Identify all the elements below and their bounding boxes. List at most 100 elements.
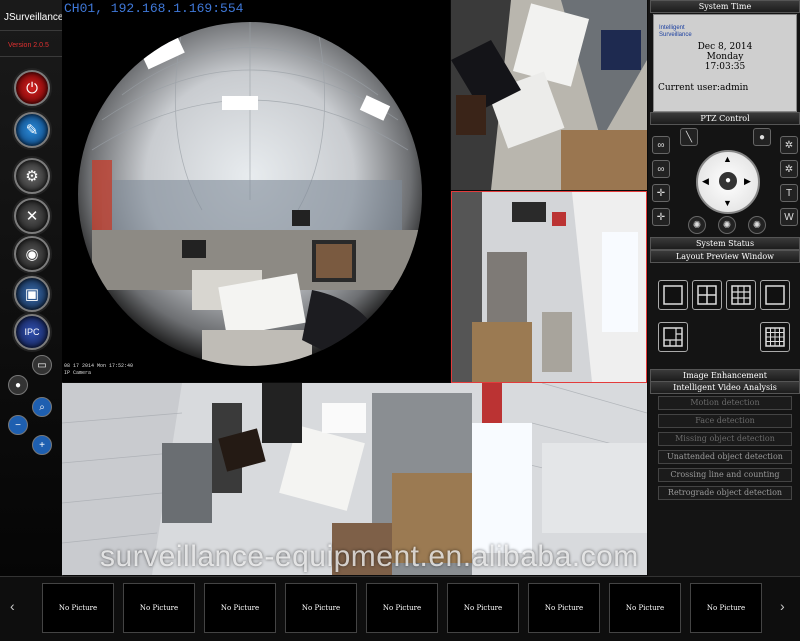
ptz-iris-close-button[interactable]: ✲ <box>780 160 798 178</box>
ptz-pen-button[interactable]: ╲ <box>680 128 698 146</box>
scroll-left-icon[interactable]: ‹ <box>10 598 15 614</box>
add-icon: + <box>39 439 45 451</box>
thumbnail[interactable]: No Picture <box>204 583 276 633</box>
arrow-up-icon[interactable]: ▲ <box>723 154 732 164</box>
drop-icon: ● <box>758 131 766 143</box>
app-version: Version 2.0.5 <box>8 42 49 49</box>
thumbnail[interactable]: No Picture <box>528 583 600 633</box>
ptz-zoom-wide-button[interactable]: W <box>780 208 798 226</box>
ipc-icon: IPC <box>24 327 40 337</box>
gears-icon: ⚙ <box>25 168 39 185</box>
link-icon: ∞ <box>657 163 665 175</box>
ptz-center-icon[interactable]: ● <box>719 172 737 190</box>
arrow-left-icon[interactable]: ◀ <box>702 176 709 187</box>
gear-icon: ✺ <box>692 219 702 231</box>
system-time-header: System Time <box>650 0 800 13</box>
scroll-right-icon[interactable]: › <box>780 598 785 614</box>
tools-icon: ✕ <box>25 208 39 225</box>
quad-layout-icon <box>697 285 717 305</box>
search-button[interactable]: ⌕ <box>32 397 52 417</box>
fullscreen-layout-icon <box>765 285 785 305</box>
crossing-line-button[interactable]: Crossing line and counting <box>658 468 792 482</box>
video-pane-selected[interactable] <box>451 191 647 383</box>
watermark: surveillance-equipment.en.alibaba.com <box>100 540 639 573</box>
ptz-direction-pad[interactable]: ▲ ▼ ◀ ▶ ● <box>696 150 760 214</box>
thumbnail[interactable]: No Picture <box>609 583 681 633</box>
ipc-button[interactable]: IPC <box>14 314 50 350</box>
current-user-text: Current user:admin <box>658 83 749 93</box>
osd-camera-name: IP Camera <box>64 370 92 376</box>
video-pane-fisheye[interactable] <box>62 0 450 382</box>
monitor-button[interactable]: ▭ <box>32 355 52 375</box>
edit-icon: ✎ <box>25 122 39 139</box>
ptz-light-button[interactable]: ● <box>753 128 771 146</box>
ptz-iris-open-button[interactable]: ✲ <box>780 136 798 154</box>
ptz-link2-button[interactable]: ∞ <box>652 160 670 178</box>
ptz-focus-near-button[interactable]: ✛ <box>652 184 670 202</box>
recorder-button[interactable]: ▣ <box>14 276 50 312</box>
video-pane-top-right[interactable] <box>451 0 647 190</box>
monitor-icon: ▭ <box>37 359 47 371</box>
thumbnail[interactable]: No Picture <box>42 583 114 633</box>
ptz-link-button[interactable]: ∞ <box>652 136 670 154</box>
thumbnail[interactable]: No Picture <box>285 583 357 633</box>
layout-fullscreen-button[interactable] <box>760 280 790 310</box>
ptz-preset2-button[interactable]: ✺ <box>718 216 736 234</box>
disk-icon: ● <box>14 379 22 391</box>
sidebar-divider <box>0 30 62 31</box>
ptz-header: PTZ Control <box>650 112 800 125</box>
one-plus-five-layout-icon <box>663 327 683 347</box>
recorder-icon: ▣ <box>24 286 40 303</box>
retrograde-object-button[interactable]: Retrograde object detection <box>658 486 792 500</box>
iva-header[interactable]: Intelligent Video Analysis <box>650 381 800 394</box>
focus-icon: ✛ <box>656 211 666 223</box>
system-time-box: Intelligent Surveillance Dec 8, 2014 Mon… <box>653 14 797 112</box>
layout-1x1-button[interactable] <box>658 280 688 310</box>
channel-label: CH01, 192.168.1.169:554 <box>64 1 244 16</box>
link-icon: ∞ <box>657 139 665 151</box>
focus-icon: ✛ <box>656 187 666 199</box>
layout-preview-header[interactable]: Layout Preview Window <box>650 250 800 263</box>
ptz-preset3-button[interactable]: ✺ <box>748 216 766 234</box>
layout-4x4-button[interactable] <box>760 322 790 352</box>
arrow-right-icon[interactable]: ▶ <box>744 176 751 187</box>
thumbnail[interactable]: No Picture <box>690 583 762 633</box>
zoom-out-icon: − <box>15 419 21 431</box>
add-button[interactable]: + <box>32 435 52 455</box>
disk-button[interactable]: ● <box>8 375 28 395</box>
settings-button[interactable]: ⚙ <box>14 158 50 194</box>
video-frame <box>451 0 647 190</box>
logo-line1: Intelligent <box>659 25 685 31</box>
tools-button[interactable]: ✕ <box>14 198 50 234</box>
camera-icon: ◉ <box>25 246 39 263</box>
motion-detection-button[interactable]: Motion detection <box>658 396 792 410</box>
missing-object-button[interactable]: Missing object detection <box>658 432 792 446</box>
unattended-object-button[interactable]: Unattended object detection <box>658 450 792 464</box>
ptz-preset1-button[interactable]: ✺ <box>688 216 706 234</box>
tele-label: T <box>785 187 793 199</box>
arrow-down-icon[interactable]: ▼ <box>723 198 732 208</box>
thumbnail[interactable]: No Picture <box>447 583 519 633</box>
zoom-out-button[interactable]: − <box>8 415 28 435</box>
power-button[interactable]: ⏻ <box>14 70 50 106</box>
pen-icon: ╲ <box>685 131 693 143</box>
date-text: Dec 8, 2014 <box>697 42 753 52</box>
edit-button[interactable]: ✎ <box>14 112 50 148</box>
ptz-focus-far-button[interactable]: ✛ <box>652 208 670 226</box>
app-title: JSurveillance <box>4 12 64 23</box>
ptz-zoom-tele-button[interactable]: T <box>780 184 798 202</box>
brand-logo: Intelligent Surveillance <box>659 25 692 39</box>
logo-line2: Surveillance <box>659 32 692 38</box>
camera-button[interactable]: ◉ <box>14 236 50 272</box>
nine-layout-icon <box>731 285 751 305</box>
thumbnail[interactable]: No Picture <box>366 583 438 633</box>
iris-icon: ✲ <box>784 163 794 175</box>
video-frame <box>452 192 646 382</box>
iris-icon: ✲ <box>784 139 794 151</box>
face-detection-button[interactable]: Face detection <box>658 414 792 428</box>
layout-2x2-button[interactable] <box>692 280 722 310</box>
thumbnail[interactable]: No Picture <box>123 583 195 633</box>
layout-3x3-button[interactable] <box>726 280 756 310</box>
layout-1plus5-button[interactable] <box>658 322 688 352</box>
system-status-header[interactable]: System Status <box>650 237 800 250</box>
